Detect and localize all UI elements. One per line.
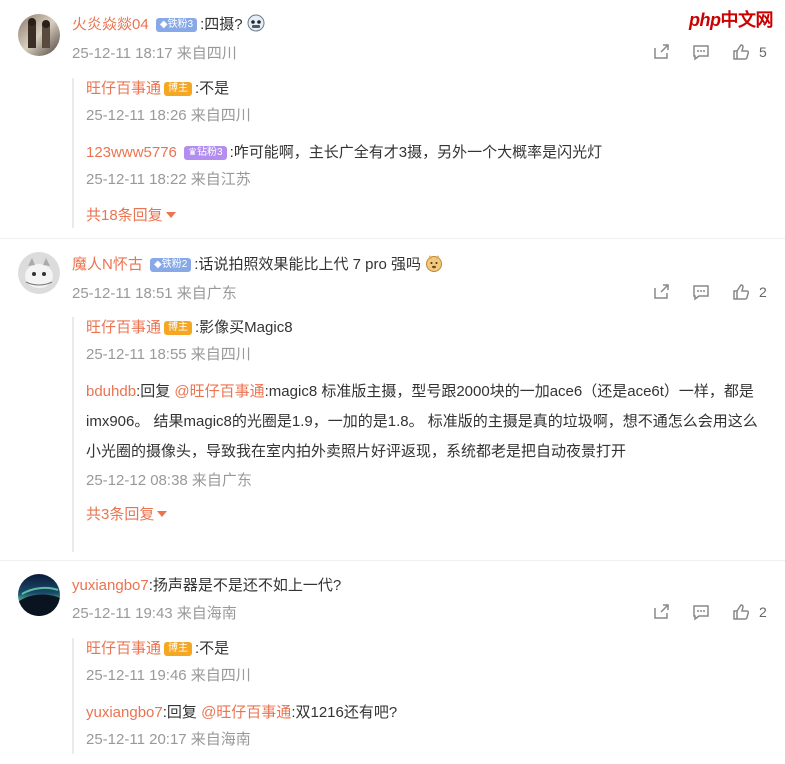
reply-text-line: 旺仔百事通 博主:影像买Magic8 (86, 317, 766, 339)
reply-username[interactable]: 旺仔百事通 (86, 80, 161, 97)
mention-link[interactable]: @旺仔百事通 (201, 704, 291, 721)
reply-item: 旺仔百事通 博主:不是 25-12-11 19:46 来自四川 (74, 638, 766, 686)
reply-text-line: 旺仔百事通 博主:不是 (86, 78, 766, 100)
fan-badge: ◆铁粉2 (150, 258, 192, 272)
reply-item: 123www5776 ♛钻粉3:咋可能啊，主长广全有才3摄，另外一个大概率是闪光… (74, 142, 766, 190)
blogger-badge: 博主 (164, 321, 193, 335)
like-icon[interactable] (731, 42, 751, 62)
comment-meta: 25-12-11 18:51 来自广东 (72, 285, 237, 302)
comment-icon[interactable] (691, 42, 711, 62)
avatar[interactable] (18, 574, 60, 616)
reply-meta: 25-12-11 20:17 来自海南 (86, 731, 251, 748)
reply-text-line: bduhdb:回复 @旺仔百事通:magic8 标准版主摄，型号跟2000块的一… (86, 377, 766, 467)
reply-text-line: 旺仔百事通 博主:不是 (86, 638, 766, 660)
blogger-badge: 博主 (164, 642, 193, 656)
comment-header: 火炎焱燚04 ◆铁粉3:四摄? (72, 14, 265, 35)
reply-meta: 25-12-12 08:38 来自广东 (86, 472, 252, 489)
reply-text-line: yuxiangbo7:回复 @旺仔百事通:双1216还有吧? (86, 702, 766, 724)
reply-text-line: 123www5776 ♛钻粉3:咋可能啊，主长广全有才3摄，另外一个大概率是闪光… (86, 142, 766, 164)
reply-meta: 25-12-11 18:26 来自四川 (86, 107, 251, 124)
like-count: 5 (759, 44, 767, 60)
divider (0, 560, 785, 561)
reply-thread: 旺仔百事通 博主:不是 25-12-11 18:26 来自四川 123www577… (72, 78, 766, 228)
share-icon[interactable] (651, 282, 671, 302)
comment-text: :话说拍照效果能比上代 7 pro 强吗 (194, 256, 421, 273)
like-icon[interactable] (731, 282, 751, 302)
share-icon[interactable] (651, 42, 671, 62)
reply-thread: 旺仔百事通 博主:影像买Magic8 25-12-11 18:55 来自四川 bd… (72, 317, 766, 552)
reply-text: :影像买Magic8 (195, 319, 293, 336)
fan-badge: ♛钻粉3 (184, 146, 227, 160)
reply-item: 旺仔百事通 博主:影像买Magic8 25-12-11 18:55 来自四川 (74, 317, 766, 365)
divider (0, 238, 785, 239)
reply-username[interactable]: yuxiangbo7 (86, 704, 163, 721)
more-replies-link[interactable]: 共18条回复 (74, 206, 766, 226)
reply-username[interactable]: 123www5776 (86, 144, 177, 161)
reply-text: :不是 (195, 640, 230, 657)
comment-actions: 5 (631, 42, 767, 62)
reply-text: :咋可能啊，主长广全有才3摄，另外一个大概率是闪光灯 (229, 144, 603, 161)
reply-text: :不是 (195, 80, 230, 97)
comment-meta: 25-12-11 18:17 来自四川 (72, 45, 237, 62)
reply-username[interactable]: bduhdb (86, 383, 136, 400)
more-replies-label: 共18条回复 (86, 207, 163, 224)
reply-text: :双1216还有吧? (291, 704, 398, 721)
username[interactable]: 火炎焱燚04 (72, 16, 149, 33)
doge-emoji-icon (426, 255, 443, 272)
comment-text: :扬声器是不是还不如上一代? (148, 577, 342, 594)
like-count: 2 (759, 284, 767, 300)
comment-actions: 2 (631, 282, 767, 302)
watermark-cn: 中文网 (720, 10, 774, 30)
comment-header: 魔人N怀古 ◆铁粉2:话说拍照效果能比上代 7 pro 强吗 (72, 254, 443, 275)
avatar-image (28, 18, 50, 48)
share-icon[interactable] (651, 602, 671, 622)
blogger-badge: 博主 (164, 82, 193, 96)
like-icon[interactable] (731, 602, 751, 622)
avatar-image (25, 258, 53, 288)
avatar-image (18, 586, 60, 616)
reply-prefix: :回复 (136, 383, 171, 400)
comment-actions: 2 (631, 602, 767, 622)
caret-down-icon (165, 212, 176, 218)
caret-down-icon (157, 511, 168, 517)
avatar[interactable] (18, 14, 60, 56)
reply-meta: 25-12-11 18:22 来自江苏 (86, 171, 251, 188)
reply-username[interactable]: 旺仔百事通 (86, 640, 161, 657)
site-watermark: php中文网 (689, 6, 773, 32)
watermark-php: php (689, 10, 721, 30)
reply-item: 旺仔百事通 博主:不是 25-12-11 18:26 来自四川 (74, 78, 766, 126)
comment-header: yuxiangbo7:扬声器是不是还不如上一代? (72, 576, 341, 596)
more-replies-label: 共3条回复 (86, 506, 155, 523)
comment-text: :四摄? (200, 16, 243, 33)
reply-meta: 25-12-11 18:55 来自四川 (86, 346, 251, 363)
reply-meta: 25-12-11 19:46 来自四川 (86, 667, 251, 684)
comment-icon[interactable] (691, 602, 711, 622)
reply-item: bduhdb:回复 @旺仔百事通:magic8 标准版主摄，型号跟2000块的一… (74, 377, 766, 491)
fan-badge: ◆铁粉3 (155, 18, 198, 32)
more-replies-link[interactable]: 共3条回复 (74, 505, 766, 525)
username[interactable]: yuxiangbo7 (72, 577, 149, 594)
username[interactable]: 魔人N怀古 (72, 256, 143, 273)
emoji-icon (247, 14, 265, 32)
reply-prefix: :回复 (162, 704, 197, 721)
avatar[interactable] (18, 252, 60, 294)
like-count: 2 (759, 604, 767, 620)
reply-item: yuxiangbo7:回复 @旺仔百事通:双1216还有吧? 25-12-11 … (74, 702, 766, 750)
reply-thread: 旺仔百事通 博主:不是 25-12-11 19:46 来自四川 yuxiangbo… (72, 638, 766, 754)
comment-icon[interactable] (691, 282, 711, 302)
comment-meta: 25-12-11 19:43 来自海南 (72, 605, 237, 622)
mention-link[interactable]: @旺仔百事通 (174, 383, 264, 400)
reply-username[interactable]: 旺仔百事通 (86, 319, 161, 336)
